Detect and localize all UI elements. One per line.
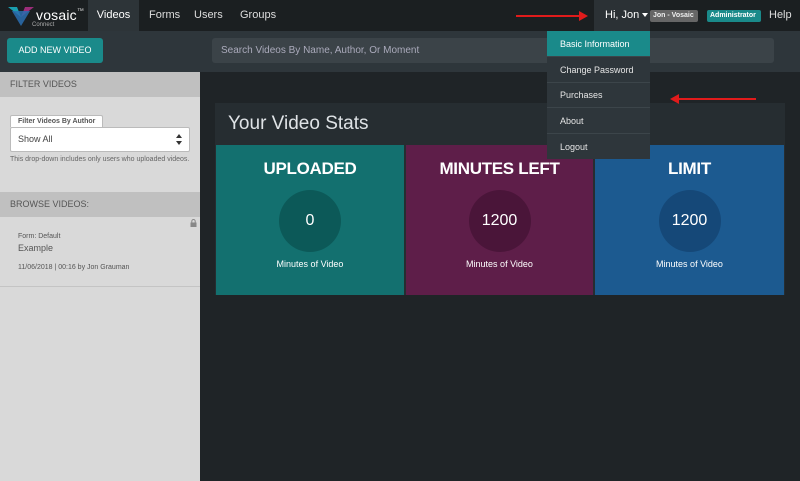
stat-label: MINUTES LEFT bbox=[439, 159, 560, 178]
stat-sub: Minutes of Video bbox=[276, 259, 344, 269]
brand-tm: ™ bbox=[76, 7, 84, 15]
video-list-item[interactable]: Form: Default Example 11/06/2018 | 00:16… bbox=[0, 216, 200, 287]
select-arrows-icon bbox=[176, 134, 182, 145]
filter-hint: This drop-down includes only users who u… bbox=[10, 156, 190, 163]
menu-item-logout[interactable]: Logout bbox=[547, 134, 650, 160]
stat-value: 1200 bbox=[468, 190, 531, 252]
lock-icon bbox=[190, 219, 197, 227]
role-badge: Administrator bbox=[707, 10, 761, 22]
nav-videos[interactable]: Videos bbox=[88, 0, 139, 31]
add-new-video-button[interactable]: ADD NEW VIDEO bbox=[7, 38, 103, 63]
stat-label: UPLOADED bbox=[263, 159, 357, 178]
video-meta: 11/06/2018 | 00:16 by Jon Grauman bbox=[18, 264, 130, 271]
nav-users[interactable]: Users bbox=[194, 0, 223, 31]
filter-videos-heading: FILTER VIDEOS bbox=[0, 72, 200, 97]
stat-card-limit: LIMIT 1200 Minutes of Video bbox=[595, 145, 784, 295]
menu-item-purchases[interactable]: Purchases bbox=[547, 82, 650, 108]
brand-subtitle: Connect bbox=[32, 22, 55, 28]
menu-item-basic-information[interactable]: Basic Information bbox=[547, 31, 650, 57]
stat-sub: Minutes of Video bbox=[656, 259, 723, 269]
stat-label: LIMIT bbox=[668, 159, 711, 178]
author-filter-value: Show All bbox=[18, 134, 53, 144]
nav-forms[interactable]: Forms bbox=[149, 0, 180, 31]
stat-value: 1200 bbox=[658, 190, 721, 252]
user-menu-toggle[interactable]: Hi, Jon bbox=[594, 0, 650, 31]
top-navbar: vosaic™ Connect Videos Forms Users Group… bbox=[0, 0, 800, 31]
nav-groups[interactable]: Groups bbox=[240, 0, 276, 31]
search-input[interactable] bbox=[212, 38, 774, 63]
stat-card-minutes-left: MINUTES LEFT 1200 Minutes of Video bbox=[406, 145, 593, 295]
caret-down-icon bbox=[642, 13, 649, 18]
user-name-badge: Jon - Vosaic bbox=[650, 10, 698, 22]
menu-item-change-password[interactable]: Change Password bbox=[547, 57, 650, 83]
annotation-arrow-left bbox=[670, 94, 756, 104]
stats-title: Your Video Stats bbox=[228, 113, 369, 134]
video-form: Form: Default bbox=[18, 233, 61, 240]
annotation-arrow-right bbox=[516, 11, 588, 21]
browse-videos-heading: BROWSE VIDEOS: bbox=[0, 192, 200, 217]
user-dropdown-menu: Basic Information Change Password Purcha… bbox=[547, 31, 650, 159]
filter-by-author-label: Filter Videos By Author bbox=[10, 115, 104, 127]
stat-card-uploaded: UPLOADED 0 Minutes of Video bbox=[216, 145, 404, 295]
video-title: Example bbox=[18, 243, 54, 253]
stat-value: 0 bbox=[279, 190, 341, 252]
author-filter-select[interactable]: Show All bbox=[10, 127, 190, 152]
user-greeting: Hi, Jon bbox=[605, 9, 640, 21]
brand-name: vosaic bbox=[36, 6, 77, 23]
stat-sub: Minutes of Video bbox=[466, 259, 533, 269]
vosaic-logo-icon bbox=[8, 6, 34, 26]
menu-item-about[interactable]: About bbox=[547, 108, 650, 134]
help-link[interactable]: Help bbox=[769, 0, 792, 31]
